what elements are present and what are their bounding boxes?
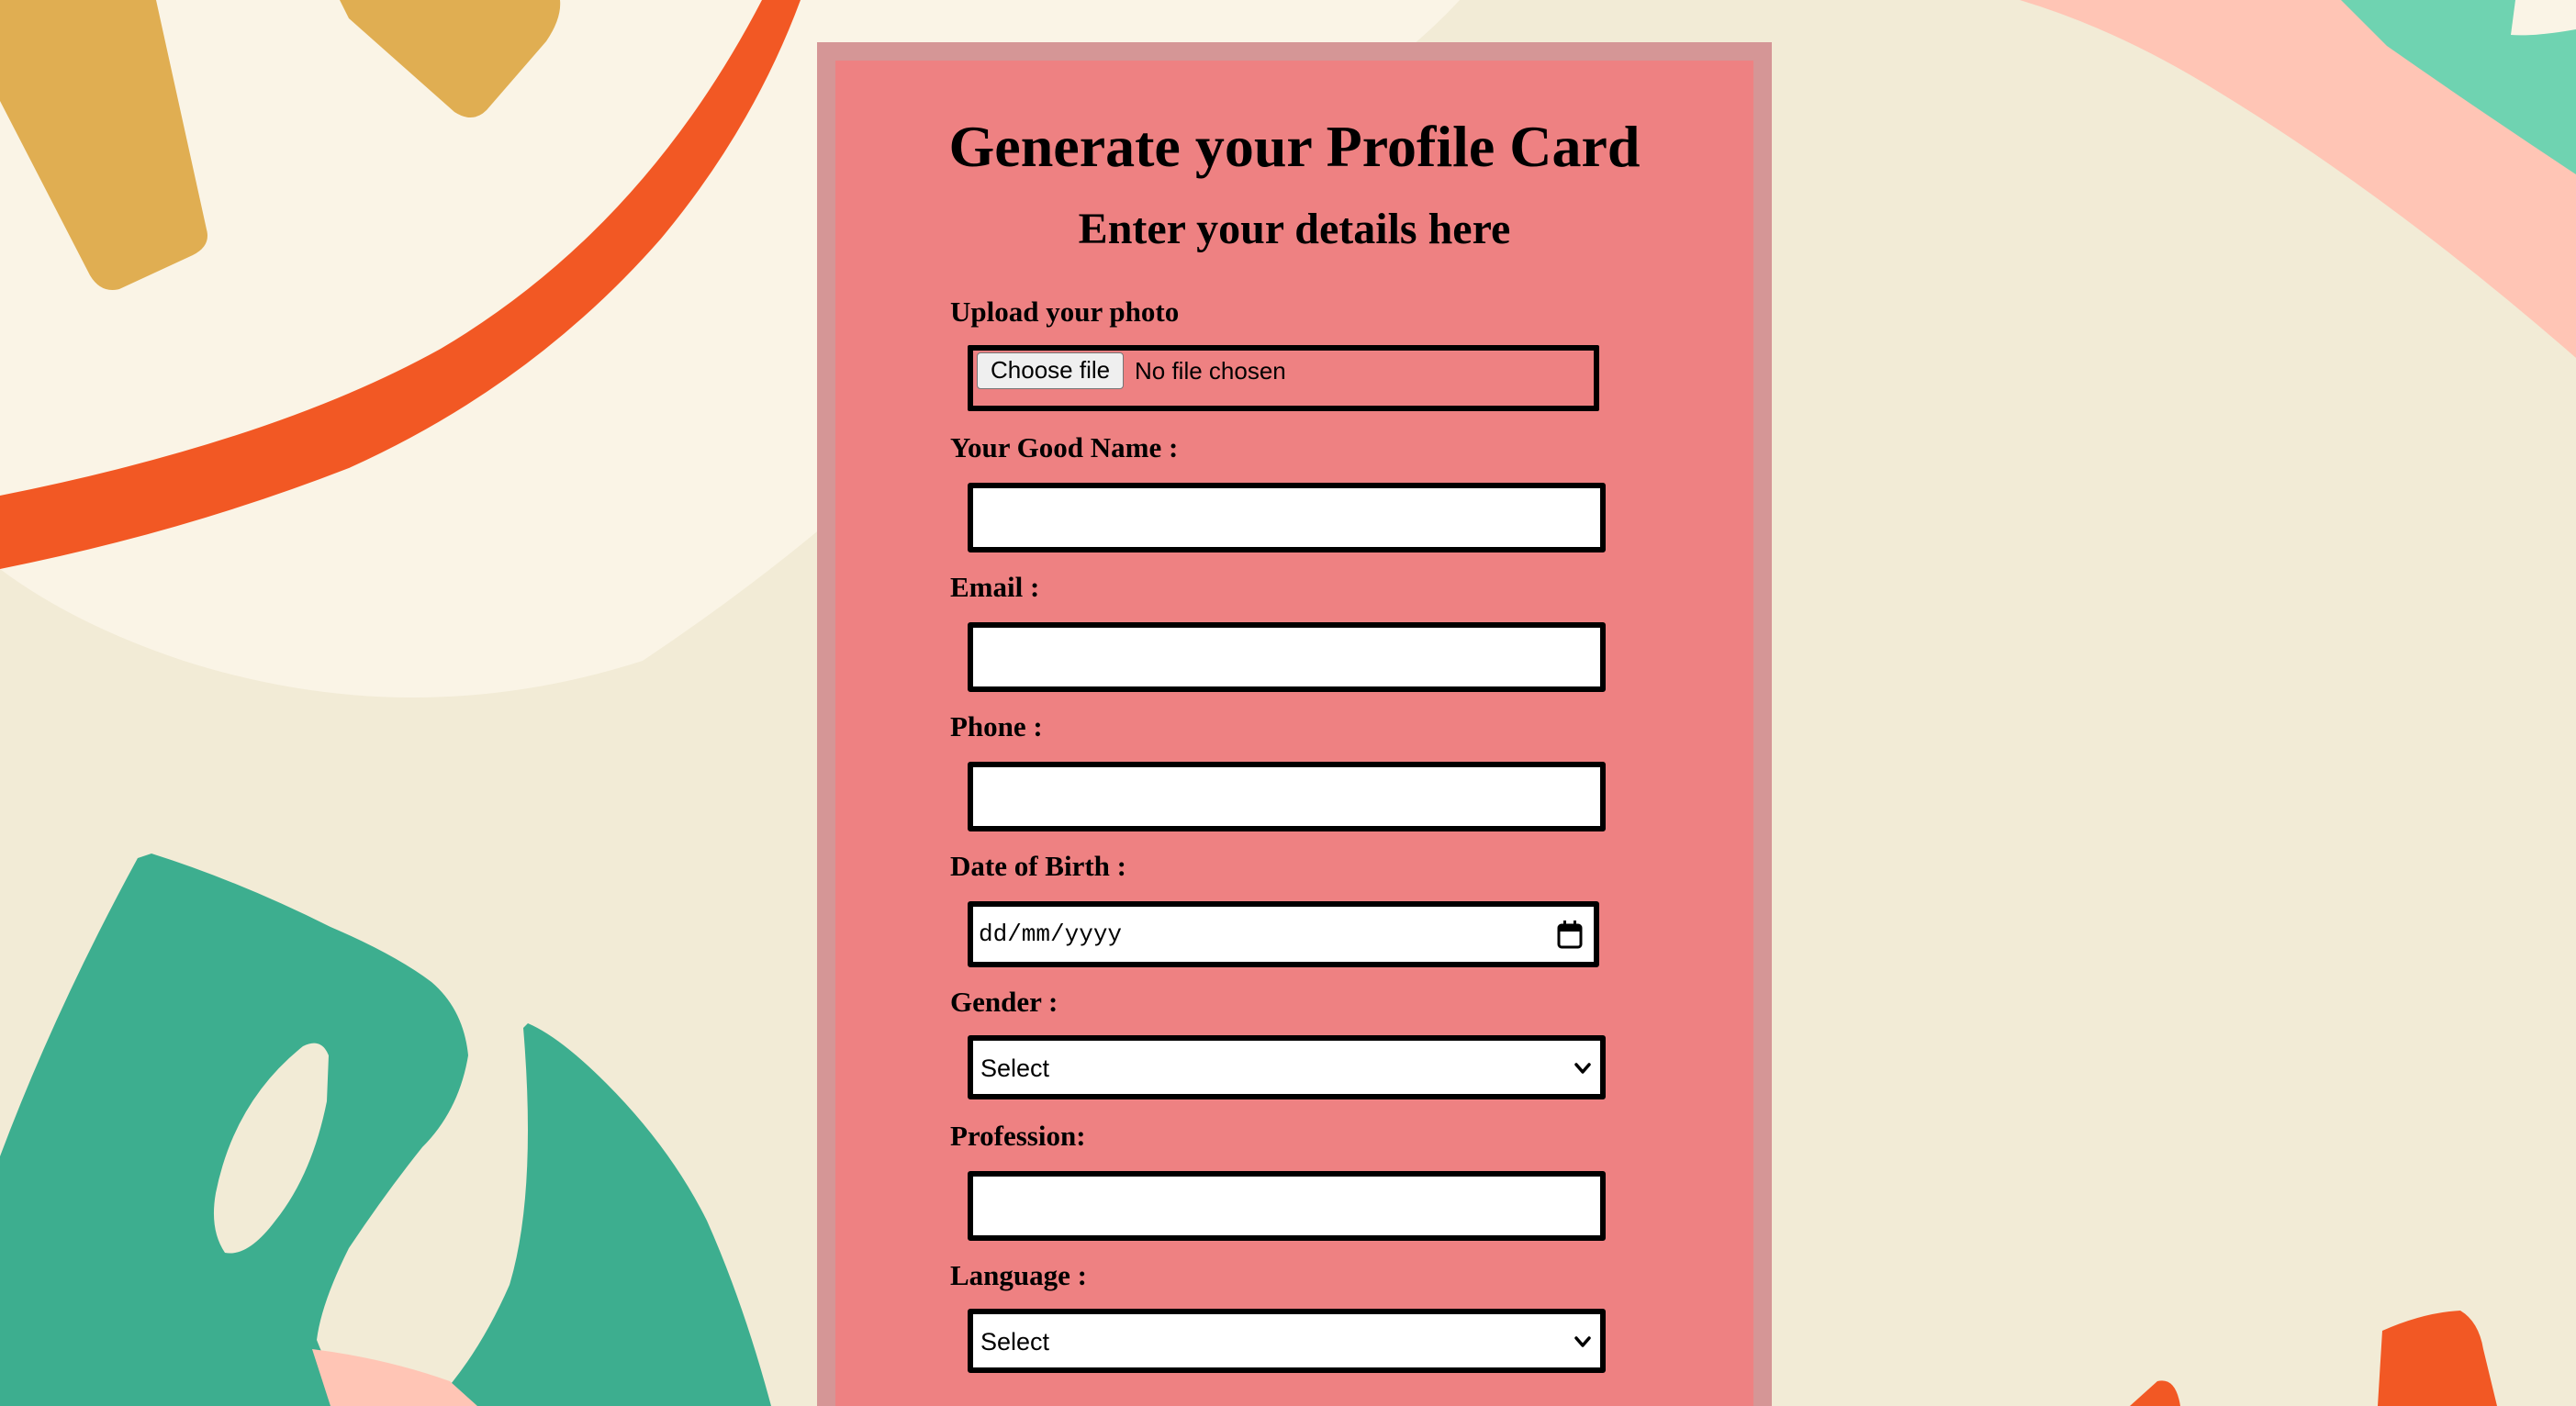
phone-input[interactable]	[968, 762, 1606, 831]
dob-placeholder: dd/mm/yyyy	[979, 921, 1123, 948]
profile-card-form: Generate your Profile Card Enter your de…	[835, 61, 1753, 1406]
photo-upload-label: Upload your photo	[950, 296, 1180, 328]
gender-label: Gender :	[950, 986, 1058, 1018]
email-label: Email :	[950, 571, 1040, 603]
page: Generate your Profile Card Enter your de…	[0, 0, 2576, 1406]
name-input[interactable]	[968, 483, 1606, 552]
file-status-text: No file chosen	[1135, 357, 1286, 385]
dob-date-input[interactable]: dd/mm/yyyy	[968, 901, 1599, 967]
email-input[interactable]	[968, 622, 1606, 692]
name-label: Your Good Name :	[950, 431, 1179, 463]
profile-card-frame: Generate your Profile Card Enter your de…	[817, 42, 1772, 1406]
gender-selected-value: Select	[980, 1054, 1050, 1082]
gender-select[interactable]: Select	[968, 1035, 1606, 1099]
dob-label: Date of Birth :	[950, 850, 1126, 882]
form-subtitle: Enter your details here	[1078, 205, 1511, 253]
language-select[interactable]: Select	[968, 1309, 1606, 1373]
chevron-down-icon	[1574, 1063, 1591, 1074]
language-label: Language :	[950, 1259, 1087, 1291]
photo-file-input[interactable]: Choose file No file chosen	[968, 345, 1599, 411]
language-selected-value: Select	[980, 1328, 1050, 1356]
profession-input[interactable]	[968, 1171, 1606, 1241]
chevron-down-icon	[1574, 1336, 1591, 1347]
page-title: Generate your Profile Card	[948, 114, 1641, 179]
phone-label: Phone :	[950, 710, 1043, 742]
choose-file-button[interactable]: Choose file	[977, 352, 1125, 389]
profession-label: Profession:	[950, 1120, 1086, 1152]
calendar-icon[interactable]	[1557, 920, 1583, 949]
